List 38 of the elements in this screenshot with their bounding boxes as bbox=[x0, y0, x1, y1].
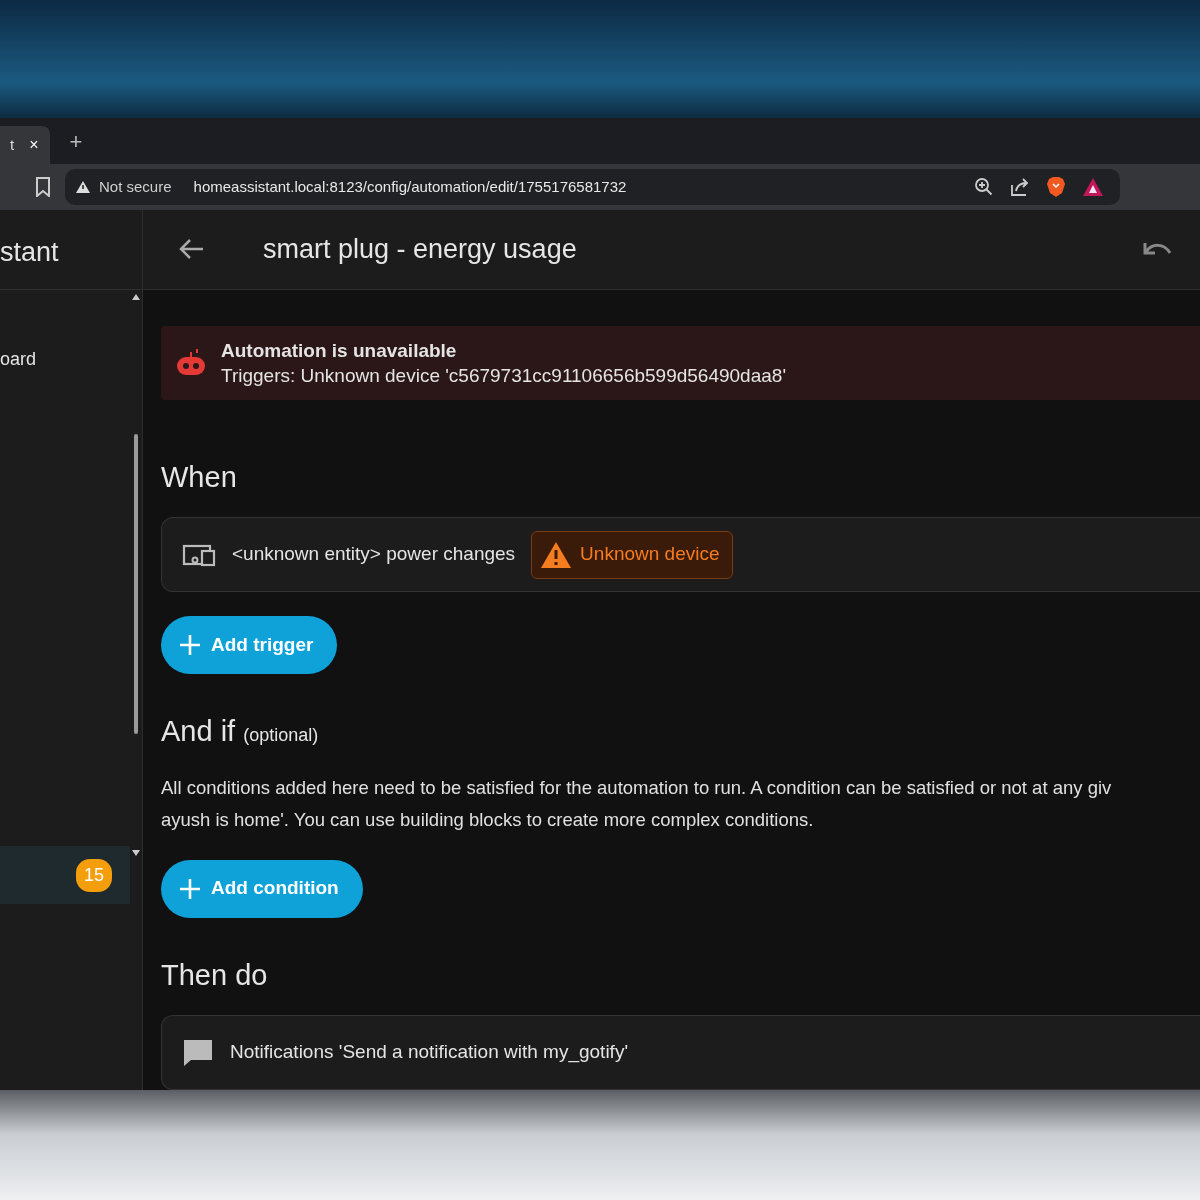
action-card[interactable]: Notifications 'Send a notification with my_gotify' bbox=[161, 1015, 1200, 1090]
section-heading: Then do bbox=[161, 957, 268, 993]
row-text: <unknown entity> power changes bbox=[232, 542, 516, 567]
page-title: smart plug - energy usage bbox=[263, 233, 577, 266]
security-label[interactable]: Not secure bbox=[99, 175, 172, 199]
tab-title: t bbox=[10, 134, 15, 155]
share-icon[interactable] bbox=[1010, 177, 1030, 197]
row-text: Notifications 'Send a notification with my_gotify' bbox=[230, 1040, 628, 1065]
address-bar[interactable]: Not secure homeassistant.local:8123/config/automation/edit/1755176581732 bbox=[65, 169, 1120, 205]
trigger-card[interactable]: <unknown entity> power changes Unknown device bbox=[161, 517, 1200, 592]
section-heading: When bbox=[161, 459, 237, 495]
scroll-down-icon[interactable] bbox=[132, 850, 140, 856]
app-title: stant bbox=[0, 210, 142, 290]
warning-icon bbox=[75, 180, 91, 194]
section-heading: And if bbox=[161, 714, 236, 749]
url-text: homeassistant.local:8123/config/automation/edit/1755176581732 bbox=[193, 176, 627, 197]
robot-icon bbox=[175, 347, 207, 378]
scrollbar-thumb[interactable] bbox=[134, 434, 138, 734]
close-button[interactable]: × bbox=[28, 132, 40, 158]
sidebar-item[interactable]: oard bbox=[0, 330, 130, 388]
count-badge: 15 bbox=[75, 858, 112, 892]
browser-tab[interactable]: t × bbox=[0, 126, 50, 164]
back-arrow-icon[interactable] bbox=[179, 238, 205, 261]
alert-title: Automation is unavailable bbox=[221, 338, 458, 363]
plus-icon bbox=[179, 634, 201, 656]
warning-text: Unknown device bbox=[580, 542, 720, 567]
warning-icon bbox=[540, 540, 573, 569]
description-text: All conditions added here need to be satisfied for the automation to run. A condition can be satisfied or not at any giv bbox=[161, 775, 1113, 800]
message-icon bbox=[182, 1037, 214, 1068]
alert-message: Triggers: Unknown device 'c5679731cc91106656b599d56490daa8' bbox=[221, 363, 786, 388]
new-tab-button[interactable]: + bbox=[63, 123, 89, 159]
scroll-up-icon[interactable] bbox=[132, 294, 140, 300]
triangle-icon[interactable] bbox=[1082, 177, 1104, 197]
description-text: ayush is home'. You can use building blocks to create more complex conditions. bbox=[161, 807, 815, 832]
bookmark-icon[interactable] bbox=[35, 177, 51, 197]
optional-label: (optional) bbox=[243, 724, 319, 747]
plus-icon bbox=[179, 877, 201, 900]
zoom-icon[interactable] bbox=[974, 177, 994, 197]
